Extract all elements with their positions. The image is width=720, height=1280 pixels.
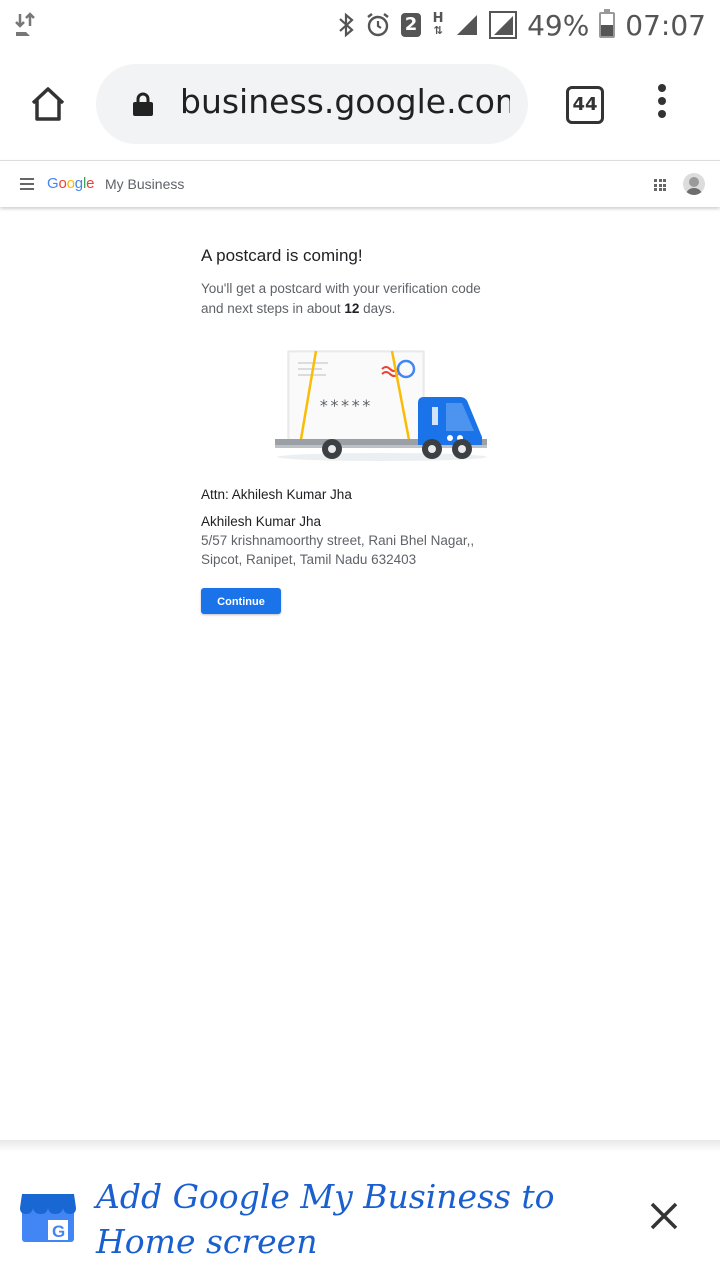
postcard-section: A postcard is coming! You'll get a postc… [201,246,521,319]
description-line2-pre: and next steps in about [201,301,345,316]
close-icon[interactable] [648,1200,680,1232]
description-line2-post: days. [359,301,396,316]
google-logo: Google [47,175,95,192]
notification-badge: 2 [401,13,422,37]
page-title: A postcard is coming! [201,246,363,265]
avatar[interactable] [683,173,705,195]
product-name: My Business [105,176,185,192]
address-line-1: 5/57 krishnamoorthy street, Rani Bhel Na… [201,533,475,548]
banner-text-line1: Add Google My Business to [96,1177,555,1216]
signal-icon-2 [489,11,518,39]
home-icon[interactable] [28,84,68,124]
clock: 07:07 [625,8,706,42]
status-bar: 2 H ⇅ 49% 07:07 [0,0,720,50]
banner-text: Add Google My Business to Home screen [96,1174,556,1264]
menu-icon[interactable] [20,178,34,190]
bluetooth-icon [339,12,354,38]
add-to-home-banner[interactable]: G Add Google My Business to Home screen [0,1152,720,1280]
attention-line: Attn: Akhilesh Kumar Jha [201,487,352,502]
tabs-icon[interactable]: 44 [566,86,604,124]
url-text: business.google.com/ [180,82,510,121]
description: You'll get a postcard with your verifica… [201,279,521,319]
battery-fill [601,25,614,36]
postcard-truck-illustration: ***** [275,350,487,461]
alarm-icon [367,13,389,37]
banner-text-line2: Home screen [96,1222,318,1261]
network-type-icon: H ⇅ [432,11,444,37]
browser-toolbar: business.google.com/ 44 [0,50,720,160]
banner-divider [0,1140,720,1152]
battery-icon [599,9,616,38]
lock-icon [133,92,153,116]
apps-icon[interactable] [654,179,666,191]
gmb-header: Google My Business [0,160,720,207]
gmb-app-icon: G [20,1194,76,1242]
battery-percent: 49% [527,8,590,42]
signal-icon [457,15,478,35]
days-count: 12 [344,301,360,316]
postcard-code: ***** [319,396,372,415]
address-line-2: Sipcot, Ranipet, Tamil Nadu 632403 [201,552,417,567]
tab-count: 44 [572,94,598,115]
continue-button[interactable]: Continue [201,588,281,614]
address-name: Akhilesh Kumar Jha [201,514,322,529]
description-line1: You'll get a postcard with your verifica… [201,281,481,296]
more-vert-icon[interactable] [654,84,670,124]
data-transfer-icon [15,12,35,36]
url-bar[interactable]: business.google.com/ [96,64,528,144]
gmb-icon-letter: G [52,1222,65,1241]
